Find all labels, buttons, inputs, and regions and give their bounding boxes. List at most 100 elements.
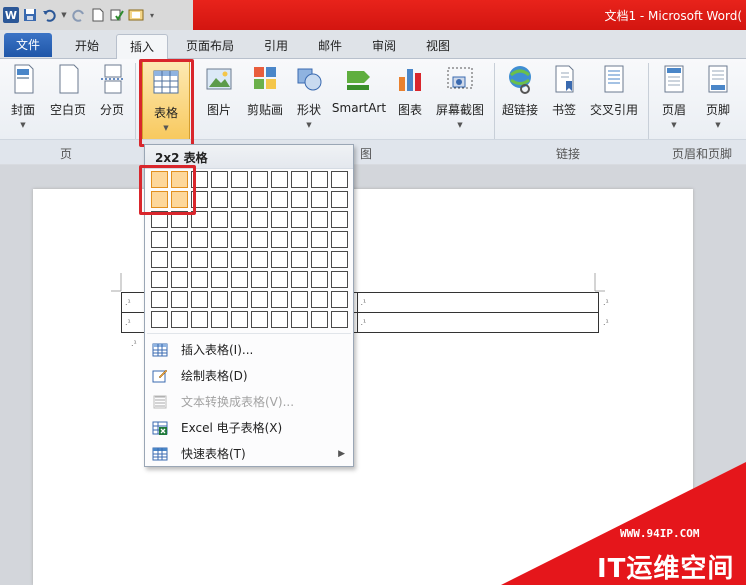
table-grid-cell[interactable] xyxy=(171,231,188,248)
table-grid-cell[interactable] xyxy=(271,191,288,208)
table-grid-cell[interactable] xyxy=(231,171,248,188)
table-grid-cell[interactable] xyxy=(331,171,348,188)
screenshot-button[interactable]: 屏幕截图 ▼ xyxy=(432,63,488,137)
save-icon[interactable] xyxy=(22,7,38,23)
table-grid-cell[interactable] xyxy=(271,211,288,228)
table-grid-cell[interactable] xyxy=(211,291,228,308)
page-break-button[interactable]: 分页 xyxy=(94,63,130,137)
table-grid-cell[interactable] xyxy=(311,311,328,328)
table-grid-cell[interactable] xyxy=(191,271,208,288)
tab-references[interactable]: 引用 xyxy=(252,34,300,59)
picture-button[interactable]: 图片 xyxy=(200,63,238,137)
redo-icon[interactable] xyxy=(71,7,87,23)
insert-table-item[interactable]: 插入表格(I)... xyxy=(145,337,353,363)
table-grid-cell[interactable] xyxy=(211,231,228,248)
shapes-button[interactable]: 形状 ▼ xyxy=(290,63,328,137)
table-grid-cell[interactable] xyxy=(171,251,188,268)
table-grid-cell[interactable] xyxy=(331,231,348,248)
bookmark-button[interactable]: 书签 xyxy=(546,63,582,137)
table-grid-cell[interactable] xyxy=(251,211,268,228)
table-grid-cell[interactable] xyxy=(251,291,268,308)
table-grid-cell[interactable] xyxy=(311,171,328,188)
spelling-icon[interactable] xyxy=(109,7,125,23)
table-grid-cell[interactable] xyxy=(251,271,268,288)
table-grid-cell[interactable] xyxy=(251,251,268,268)
table-grid-cell[interactable] xyxy=(311,271,328,288)
table-grid-cell[interactable] xyxy=(191,311,208,328)
table-grid-cell[interactable] xyxy=(291,191,308,208)
tab-page-layout[interactable]: 页面布局 xyxy=(176,34,244,59)
chart-button[interactable]: 图表 xyxy=(392,63,428,137)
table-grid-cell[interactable] xyxy=(271,291,288,308)
excel-spreadsheet-item[interactable]: Excel 电子表格(X) xyxy=(145,415,353,441)
cover-page-button[interactable]: 封面 ▼ xyxy=(4,63,42,137)
table-grid-cell[interactable] xyxy=(331,211,348,228)
table-grid-cell[interactable] xyxy=(151,311,168,328)
table-grid-cell[interactable] xyxy=(151,291,168,308)
table-grid-cell[interactable] xyxy=(191,291,208,308)
undo-icon[interactable] xyxy=(41,7,57,23)
table-grid-cell[interactable] xyxy=(271,251,288,268)
table-grid-cell[interactable] xyxy=(271,311,288,328)
table-grid-cell[interactable] xyxy=(251,231,268,248)
table-grid-cell[interactable] xyxy=(231,271,248,288)
table-grid-cell[interactable] xyxy=(171,291,188,308)
tab-home[interactable]: 开始 xyxy=(62,34,112,59)
table-grid-cell[interactable] xyxy=(231,231,248,248)
table-grid-cell[interactable] xyxy=(291,251,308,268)
smartart-button[interactable]: SmartArt xyxy=(330,63,388,137)
table-grid-cell[interactable] xyxy=(211,191,228,208)
dropdown-arrow-icon[interactable]: ▼ xyxy=(60,7,68,23)
header-button[interactable]: 页眉 ▼ xyxy=(654,63,694,137)
table-grid-cell[interactable] xyxy=(291,311,308,328)
table-grid-cell[interactable] xyxy=(311,251,328,268)
table-grid-cell[interactable] xyxy=(171,271,188,288)
table-grid-cell[interactable] xyxy=(331,291,348,308)
table-grid-cell[interactable] xyxy=(251,311,268,328)
hyperlink-button[interactable]: 超链接 xyxy=(498,63,542,137)
table-grid-cell[interactable] xyxy=(231,211,248,228)
table-grid-cell[interactable] xyxy=(271,231,288,248)
table-grid-cell[interactable] xyxy=(291,231,308,248)
table-grid-cell[interactable] xyxy=(271,171,288,188)
customize-toolbar-icon[interactable]: ▾ xyxy=(147,7,157,23)
draw-table-item[interactable]: 绘制表格(D) xyxy=(145,363,353,389)
table-cell[interactable]: .¹ xyxy=(356,312,599,333)
table-grid-cell[interactable] xyxy=(151,251,168,268)
table-grid-cell[interactable] xyxy=(331,251,348,268)
screenshot-icon[interactable] xyxy=(128,7,144,23)
table-grid-cell[interactable] xyxy=(231,291,248,308)
quick-tables-item[interactable]: 快速表格(T) ▶ xyxy=(145,441,353,467)
table-grid-cell[interactable] xyxy=(231,251,248,268)
tab-review[interactable]: 审阅 xyxy=(360,34,408,59)
table-grid-cell[interactable] xyxy=(331,271,348,288)
table-grid-cell[interactable] xyxy=(311,291,328,308)
table-grid-cell[interactable] xyxy=(291,211,308,228)
table-grid-cell[interactable] xyxy=(211,251,228,268)
tab-file[interactable]: 文件 xyxy=(4,33,52,57)
table-grid-cell[interactable] xyxy=(151,271,168,288)
table-grid-cell[interactable] xyxy=(251,191,268,208)
cross-reference-button[interactable]: 交叉引用 xyxy=(586,63,642,137)
footer-button[interactable]: 页脚 ▼ xyxy=(698,63,738,137)
table-cell[interactable]: .¹ xyxy=(356,292,599,313)
table-grid-cell[interactable] xyxy=(291,291,308,308)
table-grid-cell[interactable] xyxy=(331,311,348,328)
table-grid-cell[interactable] xyxy=(271,271,288,288)
table-grid-cell[interactable] xyxy=(191,251,208,268)
tab-mailings[interactable]: 邮件 xyxy=(306,34,354,59)
tab-view[interactable]: 视图 xyxy=(414,34,462,59)
table-grid-cell[interactable] xyxy=(211,211,228,228)
table-grid-cell[interactable] xyxy=(311,231,328,248)
table-grid-cell[interactable] xyxy=(171,311,188,328)
table-grid-cell[interactable] xyxy=(211,311,228,328)
table-grid-cell[interactable] xyxy=(231,311,248,328)
table-grid-cell[interactable] xyxy=(191,231,208,248)
table-grid-cell[interactable] xyxy=(251,171,268,188)
table-grid-cell[interactable] xyxy=(211,171,228,188)
table-grid-cell[interactable] xyxy=(331,191,348,208)
clip-art-button[interactable]: 剪贴画 xyxy=(242,63,288,137)
table-grid-cell[interactable] xyxy=(291,271,308,288)
word-app-icon[interactable]: W xyxy=(3,7,19,23)
tab-insert[interactable]: 插入 xyxy=(116,34,168,60)
